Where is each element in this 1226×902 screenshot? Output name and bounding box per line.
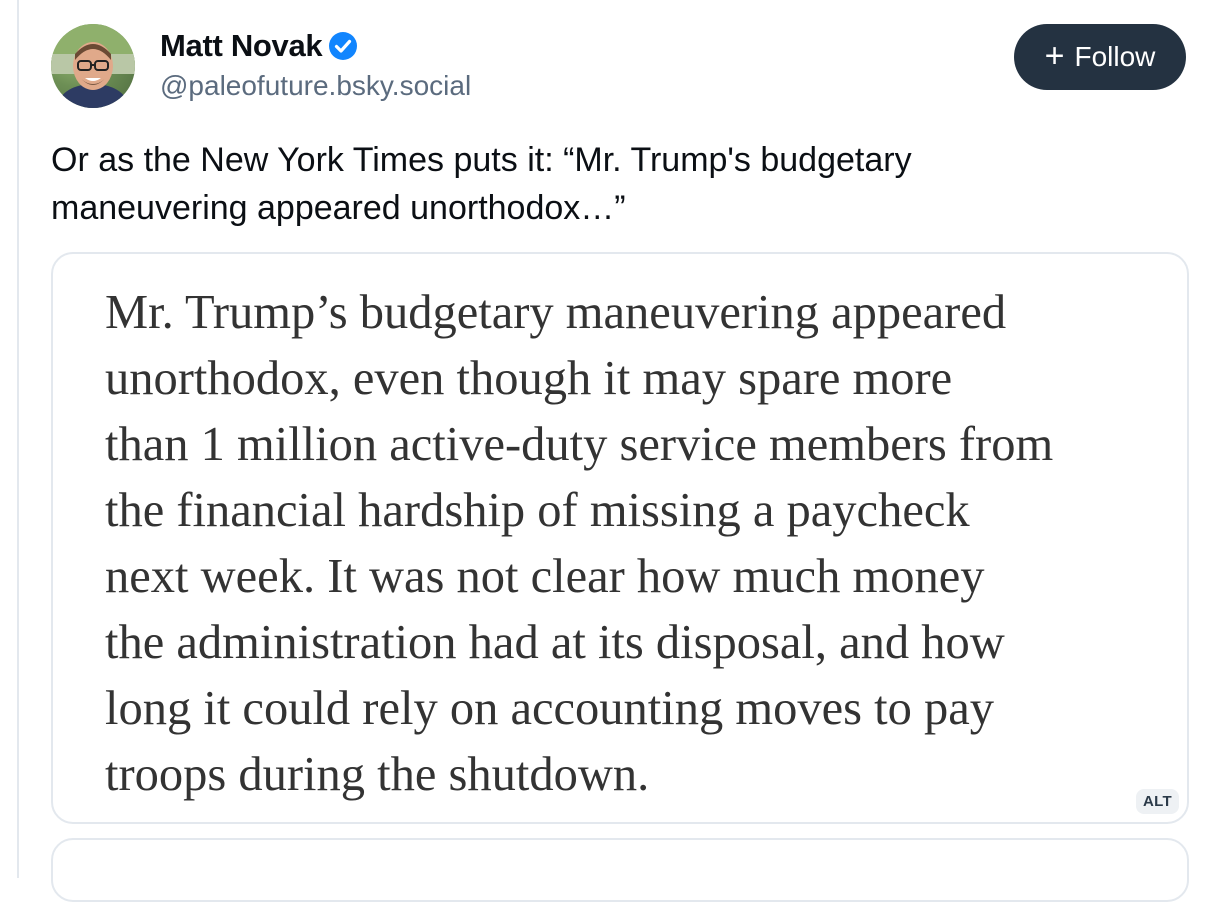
next-embed-card bbox=[51, 838, 1189, 902]
quote-line: unorthodox, even though it may spare mor… bbox=[105, 352, 953, 405]
quote-line: long it could rely on accounting moves t… bbox=[105, 682, 994, 735]
alt-text-badge[interactable]: ALT bbox=[1136, 789, 1179, 814]
verified-badge-icon bbox=[328, 31, 358, 61]
quote-line: next week. It was not clear how much mon… bbox=[105, 550, 985, 603]
author-name-row: Matt Novak bbox=[160, 28, 358, 64]
quoted-article-text: Mr. Trump’s budgetary maneuvering appear… bbox=[105, 280, 1185, 808]
quote-line: the administration had at its disposal, … bbox=[105, 616, 1005, 669]
quote-line: Mr. Trump’s budgetary maneuvering appear… bbox=[105, 286, 1007, 339]
quote-line: troops during the shutdown. bbox=[105, 748, 650, 801]
follow-button-label: Follow bbox=[1074, 41, 1156, 72]
post-text-line: maneuvering appeared unorthodox…” bbox=[51, 189, 626, 227]
avatar[interactable] bbox=[51, 24, 135, 108]
plus-icon: + bbox=[1044, 36, 1065, 75]
embedded-image[interactable]: Mr. Trump’s budgetary maneuvering appear… bbox=[51, 252, 1189, 824]
post-text: Or as the New York Times puts it: “Mr. T… bbox=[51, 136, 1191, 232]
quote-line: the financial hardship of missing a payc… bbox=[105, 484, 970, 537]
author-display-name[interactable]: Matt Novak bbox=[160, 28, 323, 64]
follow-button[interactable]: + Follow bbox=[1014, 24, 1186, 90]
quote-line: than 1 million active-duty service membe… bbox=[105, 418, 1054, 471]
post-text-line: Or as the New York Times puts it: “Mr. T… bbox=[51, 141, 912, 179]
author-handle[interactable]: @paleofuture.bsky.social bbox=[160, 70, 471, 102]
